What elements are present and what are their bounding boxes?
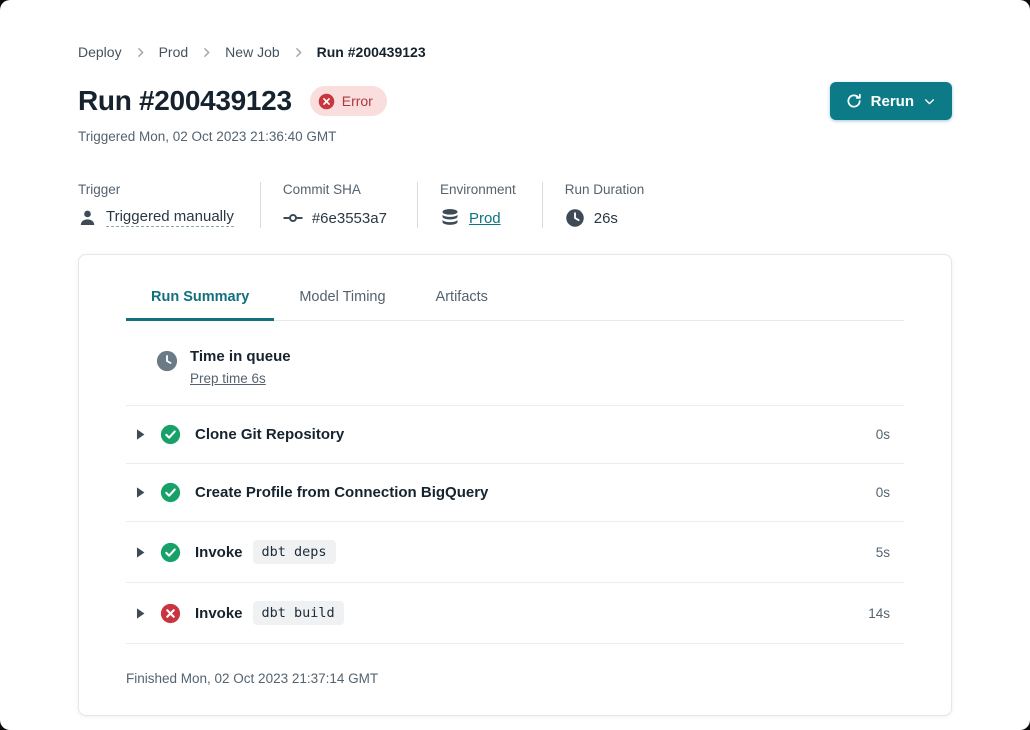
queue-title: Time in queue [190, 348, 291, 365]
step-row-dbt-build[interactable]: Invoke dbt build 14s [126, 583, 904, 644]
status-badge: Error [310, 86, 387, 116]
meta-commit-sha: Commit SHA #6e3553a7 [260, 182, 417, 228]
expand-triangle-icon[interactable] [126, 607, 146, 620]
finished-timestamp: Finished Mon, 02 Oct 2023 21:37:14 GMT [126, 644, 904, 715]
rerun-button[interactable]: Rerun [830, 82, 952, 120]
meta-trigger: Trigger Triggered manually [78, 182, 260, 228]
meta-run-duration: Run Duration 26s [542, 182, 669, 228]
rerun-refresh-icon [846, 93, 862, 109]
chevron-right-icon [292, 46, 305, 59]
rerun-button-label: Rerun [871, 93, 914, 110]
time-in-queue-section: Time in queue Prep time 6s [126, 321, 904, 406]
tab-bar: Run Summary Model Timing Artifacts [126, 289, 904, 321]
tab-model-timing[interactable]: Model Timing [274, 289, 410, 320]
step-duration: 5s [876, 545, 904, 560]
step-duration: 14s [868, 606, 904, 621]
breadcrumb-deploy[interactable]: Deploy [78, 44, 122, 60]
expand-triangle-icon[interactable] [126, 546, 146, 559]
git-commit-icon [283, 208, 303, 228]
meta-duration-value: 26s [594, 210, 618, 227]
step-row-dbt-deps[interactable]: Invoke dbt deps 5s [126, 522, 904, 583]
step-row-clone-git[interactable]: Clone Git Repository 0s [126, 406, 904, 464]
chevron-down-icon [923, 95, 936, 108]
tab-artifacts[interactable]: Artifacts [411, 289, 513, 320]
error-icon [160, 603, 181, 624]
run-metadata: Trigger Triggered manually Commit SHA #6… [78, 182, 952, 228]
run-summary-card: Run Summary Model Timing Artifacts Time … [78, 254, 952, 716]
expand-triangle-icon[interactable] [126, 428, 146, 441]
step-row-create-profile[interactable]: Create Profile from Connection BigQuery … [126, 464, 904, 522]
step-label: Invoke dbt build [195, 601, 344, 625]
step-duration: 0s [876, 485, 904, 500]
success-icon [160, 542, 181, 563]
step-label: Clone Git Repository [195, 426, 344, 443]
clock-icon [565, 208, 585, 228]
expand-triangle-icon[interactable] [126, 486, 146, 499]
meta-duration-label: Run Duration [565, 182, 645, 197]
meta-trigger-label: Trigger [78, 182, 234, 197]
breadcrumb-new-job[interactable]: New Job [225, 44, 279, 60]
status-badge-label: Error [342, 93, 373, 109]
breadcrumb-current-run: Run #200439123 [317, 44, 426, 60]
prep-time-link[interactable]: Prep time 6s [190, 371, 266, 386]
success-icon [160, 482, 181, 503]
meta-commit-label: Commit SHA [283, 182, 387, 197]
queue-clock-icon [156, 350, 178, 372]
success-icon [160, 424, 181, 445]
meta-trigger-value[interactable]: Triggered manually [106, 208, 234, 227]
chevron-right-icon [134, 46, 147, 59]
breadcrumb-prod[interactable]: Prod [159, 44, 189, 60]
command-chip: dbt build [253, 601, 344, 625]
chevron-right-icon [200, 46, 213, 59]
person-icon [78, 208, 97, 227]
page-title: Run #200439123 [78, 85, 292, 117]
meta-environment: Environment Prod [417, 182, 542, 228]
step-label: Invoke dbt deps [195, 540, 336, 564]
step-label: Create Profile from Connection BigQuery [195, 484, 488, 501]
error-circle-icon [318, 93, 335, 110]
database-icon [440, 208, 460, 228]
tab-run-summary[interactable]: Run Summary [126, 289, 274, 321]
app-window: Deploy Prod New Job Run #200439123 Run #… [0, 0, 1030, 730]
step-duration: 0s [876, 427, 904, 442]
command-chip: dbt deps [253, 540, 336, 564]
breadcrumb: Deploy Prod New Job Run #200439123 [78, 0, 952, 60]
meta-environment-value[interactable]: Prod [469, 210, 501, 227]
meta-environment-label: Environment [440, 182, 516, 197]
triggered-timestamp: Triggered Mon, 02 Oct 2023 21:36:40 GMT [78, 129, 952, 144]
meta-commit-value: #6e3553a7 [312, 210, 387, 227]
